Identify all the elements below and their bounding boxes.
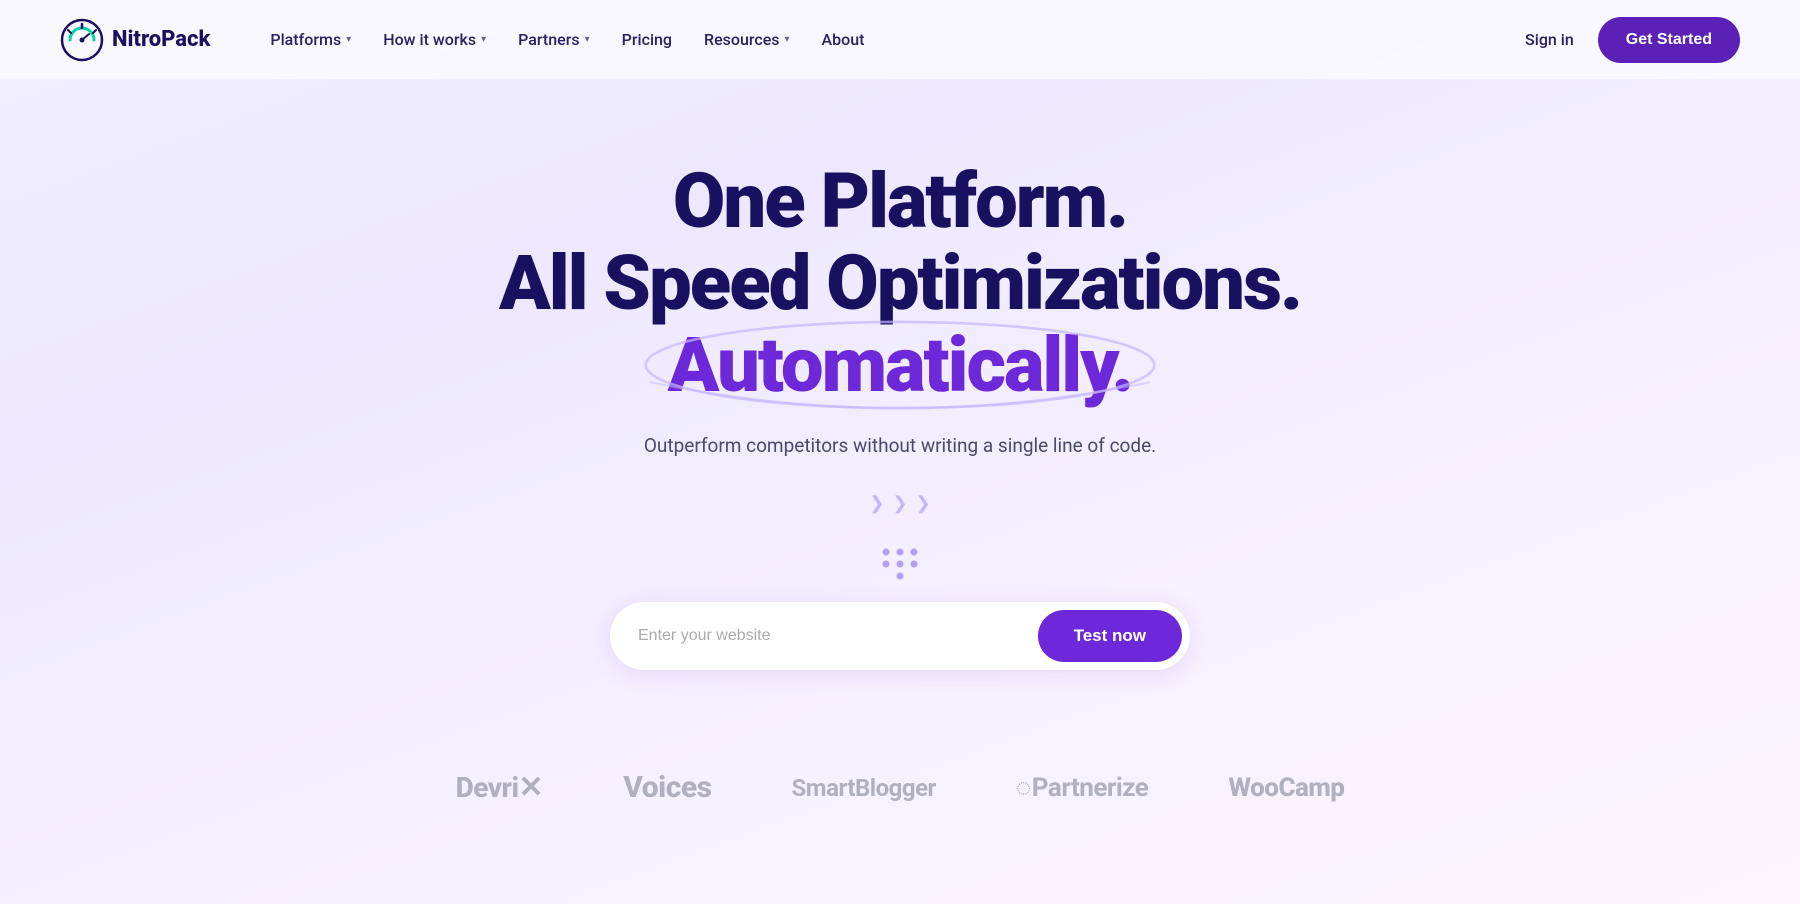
partner-logo-woocamp: WooCamp bbox=[1228, 773, 1344, 803]
main-nav: NitroPack Platforms ▾ How it works ▾ Par… bbox=[0, 0, 1800, 80]
nav-item-resources[interactable]: Resources ▾ bbox=[704, 30, 790, 49]
nav-item-partners[interactable]: Partners ▾ bbox=[518, 30, 590, 49]
partner-logo-partnerize: ◌Partnerize bbox=[1016, 772, 1149, 803]
chevron-down-icon: ▾ bbox=[346, 34, 351, 45]
website-input-bar: Test now bbox=[610, 602, 1190, 670]
logo-link[interactable]: NitroPack bbox=[60, 18, 210, 62]
chevron-dots-decoration: ❯ ❯ ❯ bbox=[869, 493, 930, 518]
nav-item-pricing[interactable]: Pricing bbox=[622, 30, 672, 49]
partner-logos-strip: Devri✕ Voices SmartBlogger ◌Partnerize W… bbox=[0, 730, 1800, 805]
hero-section: One Platform. All Speed Optimizations. A… bbox=[0, 80, 1800, 730]
logo-icon bbox=[60, 18, 104, 62]
chevron-down-icon: ▾ bbox=[785, 34, 790, 45]
chevron-down-icon: ▾ bbox=[585, 34, 590, 45]
hero-auto-word: Automatically. bbox=[668, 324, 1133, 406]
nav-item-how-it-works[interactable]: How it works ▾ bbox=[383, 30, 486, 49]
test-now-button[interactable]: Test now bbox=[1038, 610, 1182, 662]
double-chevron-icon bbox=[876, 546, 924, 582]
website-input[interactable] bbox=[638, 627, 1038, 645]
hero-headline: One Platform. All Speed Optimizations. A… bbox=[499, 160, 1301, 406]
chevron-down-icon: ▾ bbox=[481, 34, 486, 45]
partner-logo-devrix: Devri✕ bbox=[456, 771, 544, 804]
nav-actions: Sign in Get Started bbox=[1525, 17, 1740, 63]
logo-text: NitroPack bbox=[112, 27, 210, 52]
get-started-button[interactable]: Get Started bbox=[1598, 17, 1740, 63]
nav-item-platforms[interactable]: Platforms ▾ bbox=[270, 30, 351, 49]
hero-subtitle: Outperform competitors without writing a… bbox=[644, 434, 1156, 457]
x-icon: ✕ bbox=[519, 773, 544, 803]
partner-logo-voices: Voices bbox=[623, 770, 711, 805]
scroll-indicator bbox=[876, 546, 924, 582]
nav-item-about[interactable]: About bbox=[822, 30, 865, 49]
nav-links: Platforms ▾ How it works ▾ Partners ▾ Pr… bbox=[270, 30, 1525, 49]
sign-in-button[interactable]: Sign in bbox=[1525, 30, 1574, 49]
partner-logo-smartblogger: SmartBlogger bbox=[792, 774, 936, 802]
